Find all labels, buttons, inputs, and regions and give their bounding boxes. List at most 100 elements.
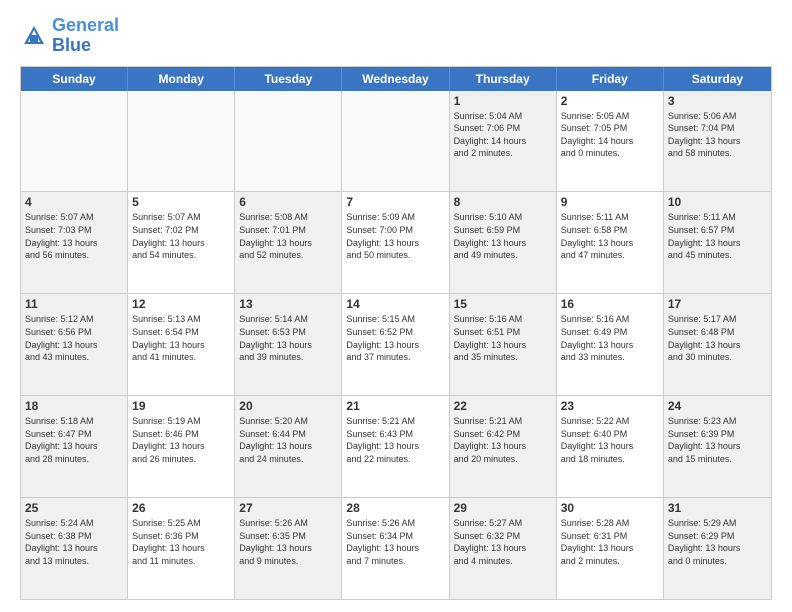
calendar-cell: 23 Sunrise: 5:22 AM Sunset: 6:40 PM Dayli… (557, 396, 664, 497)
day-number: 2 (561, 94, 659, 108)
day-info: Sunrise: 5:20 AM Sunset: 6:44 PM Dayligh… (239, 415, 337, 465)
day-number: 4 (25, 195, 123, 209)
day-info: Sunrise: 5:12 AM Sunset: 6:56 PM Dayligh… (25, 313, 123, 363)
day-number: 23 (561, 399, 659, 413)
calendar: SundayMondayTuesdayWednesdayThursdayFrid… (20, 66, 772, 600)
calendar-cell: 15 Sunrise: 5:16 AM Sunset: 6:51 PM Dayli… (450, 294, 557, 395)
day-info: Sunrise: 5:21 AM Sunset: 6:42 PM Dayligh… (454, 415, 552, 465)
day-number: 22 (454, 399, 552, 413)
day-info: Sunrise: 5:28 AM Sunset: 6:31 PM Dayligh… (561, 517, 659, 567)
calendar-cell: 16 Sunrise: 5:16 AM Sunset: 6:49 PM Dayli… (557, 294, 664, 395)
day-number: 11 (25, 297, 123, 311)
day-number: 18 (25, 399, 123, 413)
day-info: Sunrise: 5:05 AM Sunset: 7:05 PM Dayligh… (561, 110, 659, 160)
calendar-header: SundayMondayTuesdayWednesdayThursdayFrid… (21, 67, 771, 91)
day-info: Sunrise: 5:27 AM Sunset: 6:32 PM Dayligh… (454, 517, 552, 567)
day-info: Sunrise: 5:19 AM Sunset: 6:46 PM Dayligh… (132, 415, 230, 465)
day-info: Sunrise: 5:15 AM Sunset: 6:52 PM Dayligh… (346, 313, 444, 363)
logo: General Blue (20, 16, 119, 56)
calendar-cell: 25 Sunrise: 5:24 AM Sunset: 6:38 PM Dayli… (21, 498, 128, 599)
day-number: 31 (668, 501, 767, 515)
day-number: 24 (668, 399, 767, 413)
day-info: Sunrise: 5:10 AM Sunset: 6:59 PM Dayligh… (454, 211, 552, 261)
day-number: 7 (346, 195, 444, 209)
calendar-cell: 9Sunrise: 5:11 AM Sunset: 6:58 PM Daylig… (557, 192, 664, 293)
day-info: Sunrise: 5:25 AM Sunset: 6:36 PM Dayligh… (132, 517, 230, 567)
day-info: Sunrise: 5:13 AM Sunset: 6:54 PM Dayligh… (132, 313, 230, 363)
logo-icon (20, 22, 48, 50)
calendar-cell: 3Sunrise: 5:06 AM Sunset: 7:04 PM Daylig… (664, 91, 771, 192)
calendar-cell (342, 91, 449, 192)
day-info: Sunrise: 5:09 AM Sunset: 7:00 PM Dayligh… (346, 211, 444, 261)
calendar-cell: 4 Sunrise: 5:07 AM Sunset: 7:03 PM Daylig… (21, 192, 128, 293)
day-info: Sunrise: 5:04 AM Sunset: 7:06 PM Dayligh… (454, 110, 552, 160)
day-number: 30 (561, 501, 659, 515)
calendar-cell: 6 Sunrise: 5:08 AM Sunset: 7:01 PM Daylig… (235, 192, 342, 293)
header: General Blue (20, 16, 772, 56)
day-number: 3 (668, 94, 767, 108)
day-number: 17 (668, 297, 767, 311)
day-number: 9 (561, 195, 659, 209)
calendar-cell: 5 Sunrise: 5:07 AM Sunset: 7:02 PM Daylig… (128, 192, 235, 293)
calendar-cell (235, 91, 342, 192)
header-cell-tuesday: Tuesday (235, 67, 342, 91)
day-number: 5 (132, 195, 230, 209)
calendar-cell: 18 Sunrise: 5:18 AM Sunset: 6:47 PM Dayli… (21, 396, 128, 497)
calendar-cell: 1 Sunrise: 5:04 AM Sunset: 7:06 PM Daylig… (450, 91, 557, 192)
calendar-row-0: 1 Sunrise: 5:04 AM Sunset: 7:06 PM Daylig… (21, 91, 771, 192)
day-info: Sunrise: 5:07 AM Sunset: 7:03 PM Dayligh… (25, 211, 123, 261)
calendar-row-3: 18 Sunrise: 5:18 AM Sunset: 6:47 PM Dayli… (21, 395, 771, 497)
calendar-cell: 26Sunrise: 5:25 AM Sunset: 6:36 PM Dayli… (128, 498, 235, 599)
day-info: Sunrise: 5:22 AM Sunset: 6:40 PM Dayligh… (561, 415, 659, 465)
calendar-cell: 14 Sunrise: 5:15 AM Sunset: 6:52 PM Dayli… (342, 294, 449, 395)
header-cell-wednesday: Wednesday (342, 67, 449, 91)
day-number: 15 (454, 297, 552, 311)
day-number: 10 (668, 195, 767, 209)
calendar-cell: 11 Sunrise: 5:12 AM Sunset: 6:56 PM Dayli… (21, 294, 128, 395)
day-info: Sunrise: 5:16 AM Sunset: 6:51 PM Dayligh… (454, 313, 552, 363)
calendar-body: 1 Sunrise: 5:04 AM Sunset: 7:06 PM Daylig… (21, 91, 771, 599)
day-number: 19 (132, 399, 230, 413)
day-info: Sunrise: 5:16 AM Sunset: 6:49 PM Dayligh… (561, 313, 659, 363)
day-number: 12 (132, 297, 230, 311)
header-cell-sunday: Sunday (21, 67, 128, 91)
calendar-cell (21, 91, 128, 192)
calendar-cell: 24Sunrise: 5:23 AM Sunset: 6:39 PM Dayli… (664, 396, 771, 497)
day-info: Sunrise: 5:24 AM Sunset: 6:38 PM Dayligh… (25, 517, 123, 567)
day-number: 21 (346, 399, 444, 413)
calendar-cell: 27 Sunrise: 5:26 AM Sunset: 6:35 PM Dayli… (235, 498, 342, 599)
day-info: Sunrise: 5:26 AM Sunset: 6:35 PM Dayligh… (239, 517, 337, 567)
header-cell-saturday: Saturday (664, 67, 771, 91)
calendar-cell: 10 Sunrise: 5:11 AM Sunset: 6:57 PM Dayli… (664, 192, 771, 293)
calendar-cell: 31 Sunrise: 5:29 AM Sunset: 6:29 PM Dayli… (664, 498, 771, 599)
day-info: Sunrise: 5:07 AM Sunset: 7:02 PM Dayligh… (132, 211, 230, 261)
header-cell-monday: Monday (128, 67, 235, 91)
day-info: Sunrise: 5:29 AM Sunset: 6:29 PM Dayligh… (668, 517, 767, 567)
calendar-cell: 13Sunrise: 5:14 AM Sunset: 6:53 PM Dayli… (235, 294, 342, 395)
day-number: 8 (454, 195, 552, 209)
calendar-cell: 28 Sunrise: 5:26 AM Sunset: 6:34 PM Dayli… (342, 498, 449, 599)
day-info: Sunrise: 5:17 AM Sunset: 6:48 PM Dayligh… (668, 313, 767, 363)
day-info: Sunrise: 5:26 AM Sunset: 6:34 PM Dayligh… (346, 517, 444, 567)
day-number: 14 (346, 297, 444, 311)
calendar-cell: 22 Sunrise: 5:21 AM Sunset: 6:42 PM Dayli… (450, 396, 557, 497)
day-number: 16 (561, 297, 659, 311)
calendar-cell: 8 Sunrise: 5:10 AM Sunset: 6:59 PM Daylig… (450, 192, 557, 293)
calendar-row-4: 25 Sunrise: 5:24 AM Sunset: 6:38 PM Dayli… (21, 497, 771, 599)
day-number: 25 (25, 501, 123, 515)
day-info: Sunrise: 5:08 AM Sunset: 7:01 PM Dayligh… (239, 211, 337, 261)
calendar-cell: 12 Sunrise: 5:13 AM Sunset: 6:54 PM Dayli… (128, 294, 235, 395)
day-info: Sunrise: 5:11 AM Sunset: 6:57 PM Dayligh… (668, 211, 767, 261)
day-number: 1 (454, 94, 552, 108)
day-info: Sunrise: 5:21 AM Sunset: 6:43 PM Dayligh… (346, 415, 444, 465)
day-info: Sunrise: 5:18 AM Sunset: 6:47 PM Dayligh… (25, 415, 123, 465)
logo-text: General Blue (52, 16, 119, 56)
calendar-cell: 19 Sunrise: 5:19 AM Sunset: 6:46 PM Dayli… (128, 396, 235, 497)
calendar-cell: 17 Sunrise: 5:17 AM Sunset: 6:48 PM Dayli… (664, 294, 771, 395)
calendar-row-2: 11 Sunrise: 5:12 AM Sunset: 6:56 PM Dayli… (21, 293, 771, 395)
calendar-cell: 30 Sunrise: 5:28 AM Sunset: 6:31 PM Dayli… (557, 498, 664, 599)
day-number: 28 (346, 501, 444, 515)
day-info: Sunrise: 5:14 AM Sunset: 6:53 PM Dayligh… (239, 313, 337, 363)
day-number: 6 (239, 195, 337, 209)
day-number: 27 (239, 501, 337, 515)
